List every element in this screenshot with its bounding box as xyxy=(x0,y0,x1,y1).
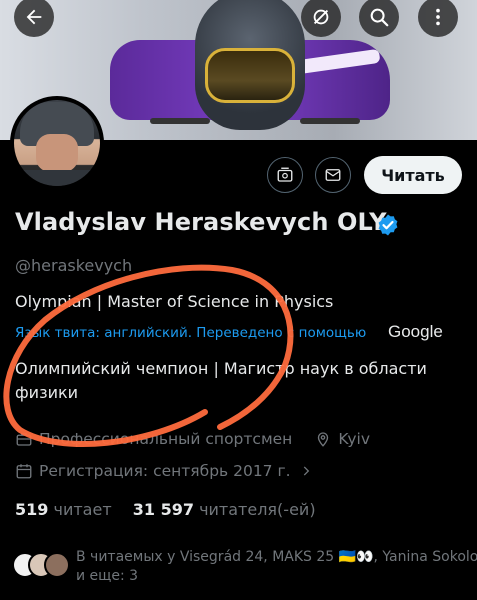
more-vertical-icon xyxy=(436,8,440,26)
profile-stats: 519 читает 31 597 читателя(-ей) xyxy=(15,500,316,519)
message-button[interactable] xyxy=(315,157,351,193)
followers-link[interactable]: 31 597 читателя(-ей) xyxy=(133,500,316,519)
following-link[interactable]: 519 читает xyxy=(15,500,112,519)
envelope-icon xyxy=(325,169,341,181)
arrow-left-icon xyxy=(26,9,42,25)
profile-location: Kyiv xyxy=(338,430,371,448)
calendar-icon xyxy=(16,464,32,479)
follow-button[interactable]: Читать xyxy=(364,156,462,194)
banner-visor xyxy=(205,48,295,103)
following-label: читает xyxy=(53,500,112,519)
profile-joined-row[interactable]: Регистрация: сентябрь 2017 г. xyxy=(15,462,319,480)
search-icon xyxy=(370,8,389,27)
followers-count: 31 597 xyxy=(132,500,194,519)
following-count: 519 xyxy=(15,500,49,519)
verified-badge-icon[interactable] xyxy=(376,213,400,237)
subscriptions-icon xyxy=(277,167,293,182)
avatar-body xyxy=(14,170,100,186)
translation-note[interactable]: Язык твита: английский. Переведено с пом… xyxy=(15,325,366,341)
profile-meta-row: Профессиональный спортсмен Kyiv xyxy=(15,430,370,448)
followed-by-row[interactable]: В читаемых у Visegrád 24, MAKS 25 🇺🇦👀, Y… xyxy=(12,548,477,586)
subscriptions-button[interactable] xyxy=(267,157,303,193)
location-pin-icon xyxy=(318,432,329,447)
profile-bio: Olympian | Master of Science in Physics xyxy=(15,292,334,311)
avatar-image xyxy=(14,100,100,186)
profile-category: Профессиональный спортсмен xyxy=(39,430,293,448)
translation-provider: Google xyxy=(388,322,443,341)
profile-handle: @heraskevych xyxy=(15,256,133,275)
follower-avatar xyxy=(44,552,70,578)
chevron-right-icon xyxy=(303,466,309,476)
banner-runner xyxy=(150,118,210,124)
profile-name: Vladyslav Heraskevych OLY xyxy=(15,208,387,236)
followed-by-avatars xyxy=(12,552,70,578)
profile-bio-translated: Олимпийский чемпион | Магистр наук в обл… xyxy=(15,359,427,402)
followed-by-text: В читаемых у Visegrád 24, MAKS 25 🇺🇦👀, Y… xyxy=(76,549,477,584)
eye-slash-icon xyxy=(313,9,329,25)
profile-joined: Регистрация: сентябрь 2017 г. xyxy=(39,462,291,480)
avatar-face xyxy=(36,134,78,172)
profile-avatar[interactable] xyxy=(10,96,104,190)
followers-label: читателя(-ей) xyxy=(199,500,316,519)
briefcase-icon xyxy=(16,433,32,446)
banner-runner xyxy=(300,118,360,124)
